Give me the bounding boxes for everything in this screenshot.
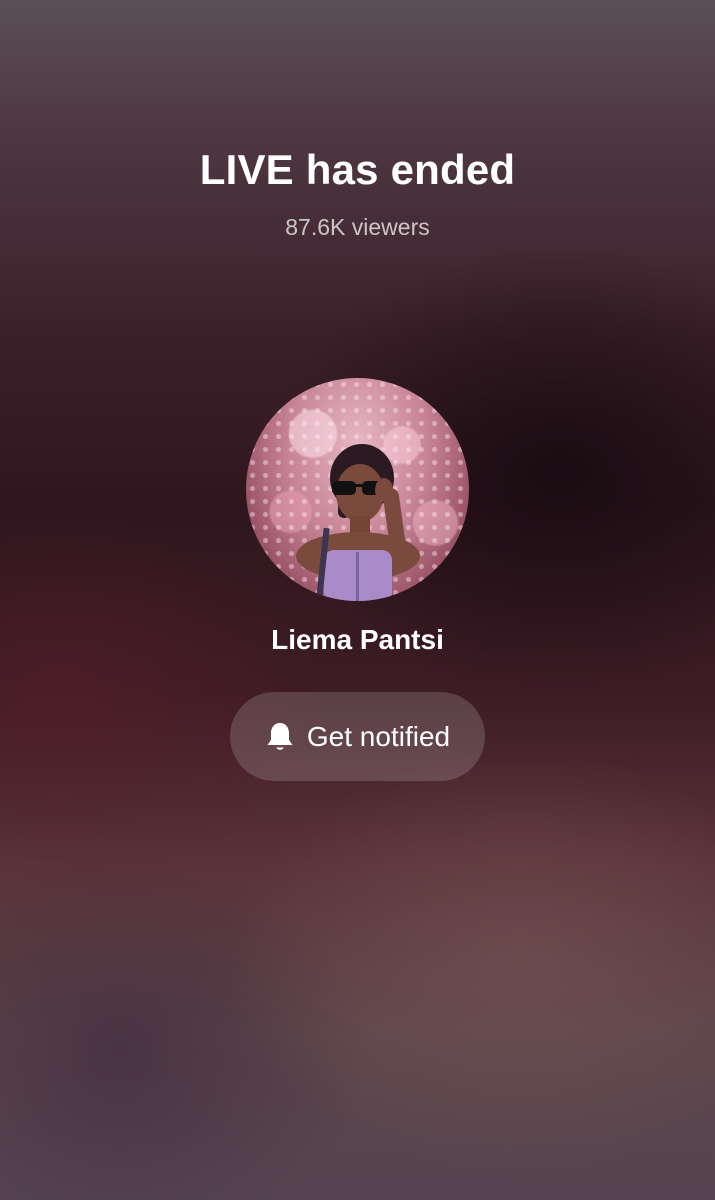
viewer-count: 87.6K viewers [285,214,430,240]
host-avatar[interactable] [246,378,469,601]
get-notified-button[interactable]: Get notified [230,692,485,781]
host-name[interactable]: Liema Pantsi [0,624,715,656]
bell-icon [265,721,295,753]
live-ended-screen: LIVE has ended 87.6K viewers Liema Pants… [0,0,715,1200]
avatar-person-illustration [296,444,420,601]
live-ended-title: LIVE has ended [199,146,516,193]
get-notified-label: Get notified [306,720,451,752]
